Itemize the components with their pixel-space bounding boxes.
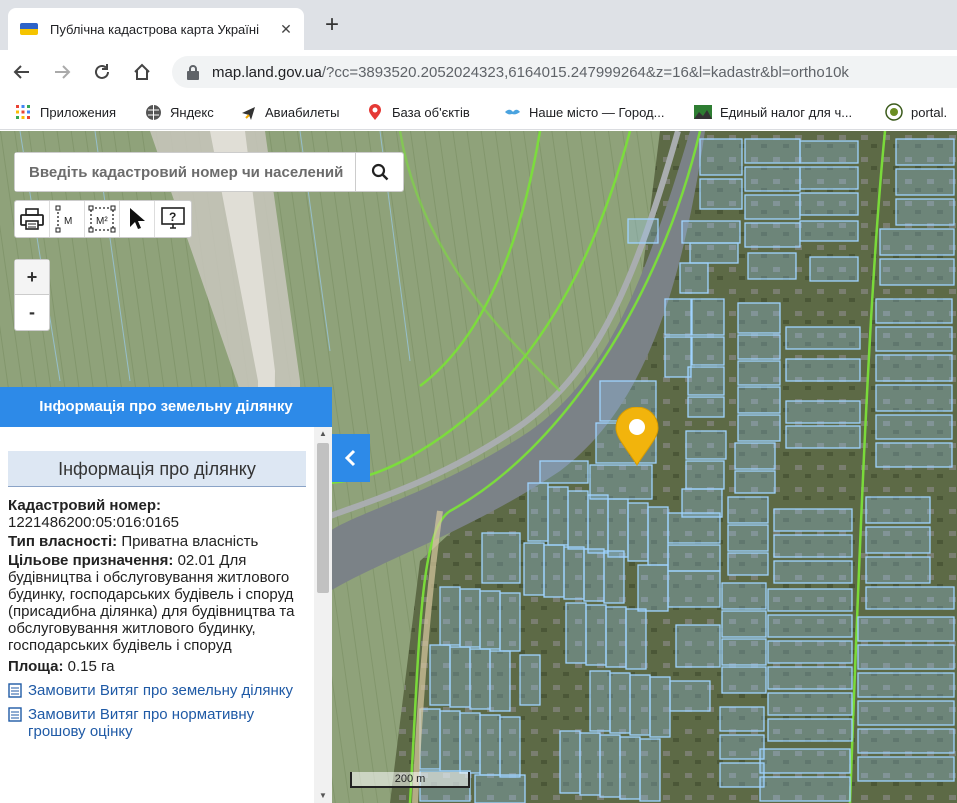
apps-grid-icon [14,103,32,121]
map-tools: M M² ? [14,200,192,238]
panel-header: Інформація про земельну ділянку [0,387,332,427]
field-label: Кадастровий номер: [8,497,162,514]
area-field: Площа: 0.15 га [8,658,306,675]
tab-strip: Публічна кадастрова карта Україні ✕ + [0,0,957,50]
tool-label: M² [96,216,108,227]
reload-button[interactable] [88,58,116,86]
cadastral-search [14,152,404,192]
url-text: map.land.gov.ua/?cc=3893520.2052024323,6… [212,64,849,81]
arrow-right-icon [55,65,71,79]
ownership-type-field: Тип власності: Приватна власність [8,533,306,550]
purpose-field: Цільове призначення: 02.01 Для будівницт… [8,552,306,654]
new-tab-button[interactable]: + [318,11,346,39]
lock-icon[interactable] [186,64,200,80]
document-icon [8,707,22,722]
bookmarks-bar: Приложения Яндекс Авиабилеты База об'єкт… [0,94,957,130]
bookmark-apps[interactable]: Приложения [14,102,116,122]
bookmark-label: portal. [911,104,948,120]
address-bar[interactable]: map.land.gov.ua/?cc=3893520.2052024323,6… [172,56,957,88]
bookmark-objects-base[interactable]: База об'єктів [366,102,470,122]
link-text[interactable]: Замовити Витяг про нормативну грошову оц… [28,706,306,740]
reload-icon [95,64,109,79]
url-path: /?cc=3893520.2052024323,6164015.24799926… [321,63,849,81]
zoom-in-button[interactable]: + [15,260,49,295]
bookmark-avia[interactable]: Авиабилеты [239,102,339,122]
field-label: Площа: [8,658,64,675]
tab-title: Публічна кадастрова карта Україні [50,21,259,37]
landscape-icon [694,103,712,121]
svg-text:?: ? [169,210,176,224]
forward-button[interactable] [48,58,76,86]
panel-body: Інформація про ділянку Кадастровий номер… [0,427,314,803]
home-icon [134,63,150,80]
globe-icon [144,103,162,121]
bookmark-our-city[interactable]: Наше місто — Город... [503,102,664,122]
field-label: Тип власності: [8,533,118,550]
bookmark-label: Приложения [40,104,117,120]
search-icon [371,163,388,181]
bird-icon [503,103,521,121]
help-button[interactable]: ? [155,201,190,237]
browser-tab[interactable]: Публічна кадастрова карта Україні ✕ [8,8,304,50]
scale-bar: 200 m [350,772,470,788]
back-button[interactable] [8,58,36,86]
ukraine-flag-icon [20,23,38,35]
bookmark-label: Авиабилеты [265,104,340,120]
measure-area-icon: M² [88,205,116,233]
select-button[interactable] [120,201,155,237]
panel-scrollbar[interactable]: ▲ ▼ [314,427,332,803]
tool-label: M [64,216,72,227]
help-monitor-icon: ? [160,207,185,229]
ownership-type-value: Приватна власність [121,533,259,550]
cursor-arrow-icon [130,208,145,229]
order-parcel-extract-link[interactable]: Замовити Витяг про земельну ділянку [8,682,306,699]
bookmark-label: Единый налог для ч... [720,104,853,120]
bookmark-label: Наше місто — Город... [529,104,665,120]
browser-toolbar: map.land.gov.ua/?cc=3893520.2052024323,6… [0,50,957,94]
print-button[interactable] [15,201,50,237]
arrow-left-icon [13,65,29,79]
bookmark-yandex[interactable]: Яндекс [144,102,214,122]
bookmark-single-tax[interactable]: Единый налог для ч... [694,102,852,122]
bookmark-portal[interactable]: portal. [885,102,947,122]
scroll-up-arrow-icon[interactable]: ▲ [314,427,332,441]
zoom-out-button[interactable]: - [15,295,49,330]
location-marker-icon[interactable] [614,407,660,467]
parcel-info-panel: Інформація про земельну ділянку Інформац… [0,387,332,803]
zoom-control: + - [14,259,50,331]
cadastral-map[interactable]: M M² ? + - 200 m Інформація про земельну… [0,131,957,803]
search-input[interactable] [15,153,355,191]
chevron-left-icon [344,449,356,467]
scroll-thumb[interactable] [317,443,329,593]
scroll-down-arrow-icon[interactable]: ▼ [314,789,332,803]
search-button[interactable] [355,153,403,191]
emblem-icon [885,103,903,121]
order-valuation-extract-link[interactable]: Замовити Витяг про нормативну грошову оц… [8,706,306,740]
bookmark-label: Яндекс [170,104,214,120]
measure-length-icon: M [55,205,72,233]
url-host: map.land.gov.ua [212,63,322,81]
bookmark-label: База об'єктів [392,104,470,120]
document-icon [8,683,22,698]
map-pin-icon [366,103,384,121]
link-text[interactable]: Замовити Витяг про земельну ділянку [28,682,293,699]
home-button[interactable] [128,58,156,86]
section-title: Інформація про ділянку [8,451,306,487]
area-value: 0.15 га [67,658,115,675]
measure-length-button[interactable]: M [50,201,85,237]
printer-icon [20,208,44,230]
cadastral-number-value: 1221486200:05:016:0165 [8,514,180,531]
field-label: Цільове призначення: [8,552,174,569]
collapse-panel-button[interactable] [332,434,370,482]
airplane-icon [239,103,257,121]
close-tab-icon[interactable]: ✕ [278,21,294,38]
cadastral-number-field: Кадастровий номер: 1221486200:05:016:016… [8,497,306,531]
measure-area-button[interactable]: M² [85,201,120,237]
